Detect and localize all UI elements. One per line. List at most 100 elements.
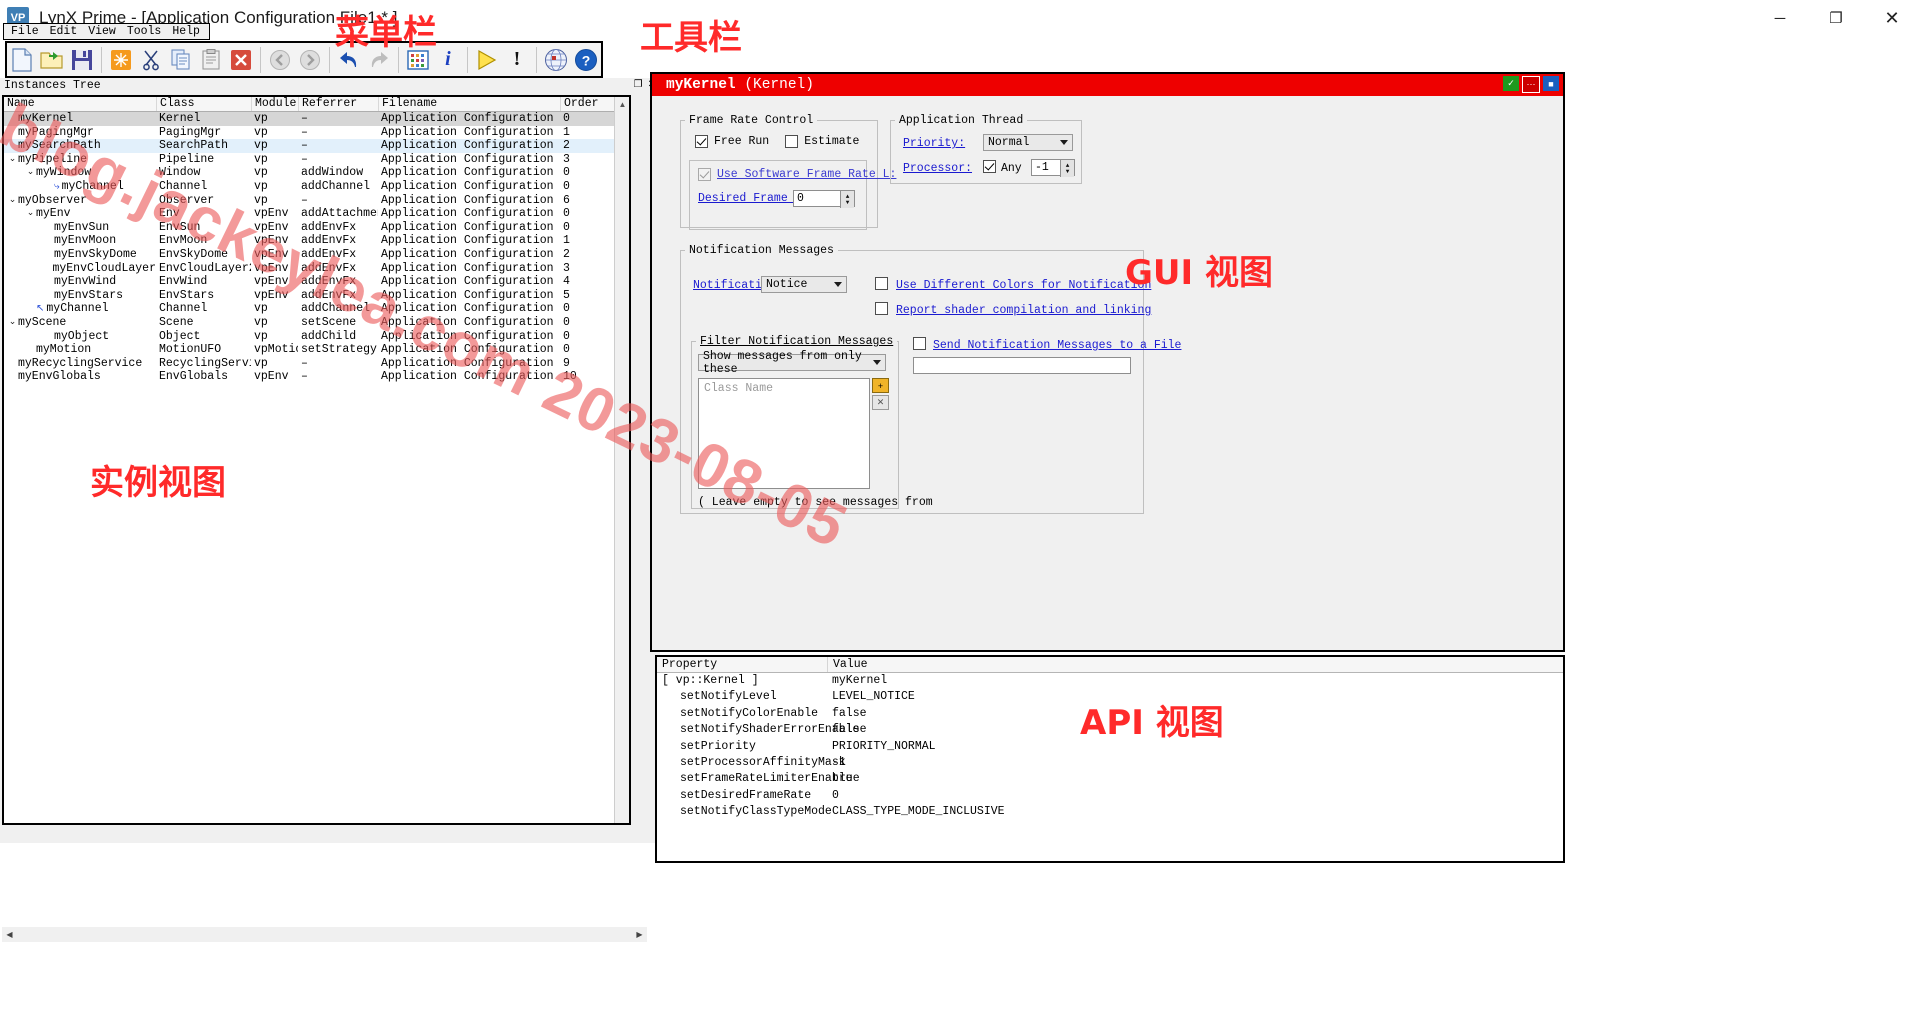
filter-mode-select[interactable]: Show messages from only these xyxy=(698,350,886,376)
warning-icon[interactable]: ! xyxy=(503,45,531,75)
table-row[interactable]: myEnvSun EnvSun vpEnv addEnvFx Application C… xyxy=(4,221,629,235)
table-row[interactable]: ⌄ myWindow Window vp addWindow Application Co… xyxy=(4,166,629,180)
globe-icon[interactable] xyxy=(542,45,570,75)
menu-file[interactable]: File xyxy=(7,24,43,39)
table-row[interactable]: setDesiredFrameRate 0 xyxy=(657,788,1563,804)
send-to-file-checkbox[interactable] xyxy=(913,337,926,350)
gui-comment-icon[interactable]: ⋯ xyxy=(1522,76,1540,93)
tree-item-name[interactable]: myEnvMoon xyxy=(4,234,156,248)
column-header-class[interactable]: Class xyxy=(156,97,251,111)
use-software-frame-rate-checkbox[interactable] xyxy=(698,168,711,181)
tree-item-name[interactable]: myEnvSun xyxy=(4,221,156,235)
tree-item-name[interactable]: ⌄ myEnv xyxy=(4,207,156,221)
cut-icon[interactable] xyxy=(137,45,165,75)
forward-icon[interactable] xyxy=(296,45,324,75)
column-header-module[interactable]: Module xyxy=(251,97,298,111)
instances-tree[interactable]: Name Class Module Referrer Filename Orde… xyxy=(2,95,631,825)
table-row[interactable]: myEnvMoon EnvMoon vpEnv addEnvFx Application… xyxy=(4,234,629,248)
spinner-down-icon[interactable]: ▼ xyxy=(1066,168,1070,175)
tree-item-name[interactable]: myEnvGlobals xyxy=(4,370,156,384)
tree-item-name[interactable]: myEnvSkyDome xyxy=(4,248,156,262)
notification-level-select[interactable]: Notice xyxy=(761,276,847,293)
gui-expand-icon[interactable]: ■ xyxy=(1543,76,1559,91)
table-row[interactable]: setNotifyLevel LEVEL_NOTICE xyxy=(657,689,1563,705)
remove-class-button[interactable]: ✕ xyxy=(872,395,889,410)
tree-item-name[interactable]: myEnvStars xyxy=(4,289,156,303)
api-column-property[interactable]: Property xyxy=(657,657,827,672)
use-software-frame-rate-label[interactable]: Use Software Frame Rate L: xyxy=(717,168,896,181)
minimize-button[interactable]: ─ xyxy=(1752,0,1808,36)
grid-icon[interactable] xyxy=(404,45,432,75)
use-different-colors-label[interactable]: Use Different Colors for Notification xyxy=(896,279,1151,292)
menu-tools[interactable]: Tools xyxy=(123,24,166,39)
send-to-file-label[interactable]: Send Notification Messages to a File xyxy=(933,339,1181,352)
copy-icon[interactable] xyxy=(167,45,195,75)
tree-horizontal-scrollbar[interactable]: ◀ ▶ xyxy=(2,927,647,942)
tree-item-name[interactable]: myPagingMgr xyxy=(4,126,156,140)
priority-label[interactable]: Priority: xyxy=(903,137,965,150)
processor-any-checkbox[interactable] xyxy=(983,160,996,173)
table-row[interactable]: myEnvSkyDome EnvSkyDome vpEnv addEnvFx Appli… xyxy=(4,248,629,262)
table-row[interactable]: ⤷ myChannel Channel vp addChannel Application… xyxy=(4,180,629,194)
free-run-checkbox[interactable] xyxy=(695,135,708,148)
api-column-value[interactable]: Value xyxy=(827,657,1562,672)
use-software-frame-rate-row[interactable]: Use Software Frame Rate L: xyxy=(698,168,896,181)
table-row[interactable]: myKernel Kernel vp – Application Configurati… xyxy=(4,112,629,126)
paste-icon[interactable] xyxy=(197,45,225,75)
class-name-listbox[interactable]: Class Name xyxy=(698,378,870,489)
chevron-down-icon[interactable]: ⌄ xyxy=(25,166,36,180)
tree-item-name[interactable]: ⌄ myObserver xyxy=(4,194,156,208)
table-row[interactable]: myEnvGlobals EnvGlobals vpEnv – Application … xyxy=(4,370,629,384)
table-row[interactable]: setNotifyColorEnable false xyxy=(657,706,1563,722)
column-header-filename[interactable]: Filename xyxy=(378,97,560,111)
desired-frame-rate-input[interactable]: 0 ▲ ▼ xyxy=(793,190,855,208)
tree-item-name[interactable]: myEnvWind xyxy=(4,275,156,289)
chevron-down-icon[interactable]: ⌄ xyxy=(7,316,18,330)
processor-affinity-input[interactable]: -1 ▲ ▼ xyxy=(1031,159,1075,177)
undo-icon[interactable] xyxy=(335,45,363,75)
table-row[interactable]: setProcessorAffinityMask -1 xyxy=(657,755,1563,771)
tree-item-name[interactable]: myObject xyxy=(4,330,156,344)
chevron-down-icon[interactable]: ⌄ xyxy=(7,153,18,167)
table-row[interactable]: myRecyclingService RecyclingServicevp – App… xyxy=(4,357,629,371)
tree-vertical-scrollbar[interactable]: ▲ xyxy=(614,97,629,823)
tree-item-name[interactable]: ⌄ myScene xyxy=(4,316,156,330)
free-run-checkbox-row[interactable]: Free Run Estimate xyxy=(695,135,859,148)
column-header-name[interactable]: Name xyxy=(4,97,156,111)
tree-item-name[interactable]: ↖ myChannel xyxy=(4,302,156,316)
close-button[interactable]: ✕ xyxy=(1864,0,1920,36)
table-row[interactable]: myObject Object vp addChild Application Conf… xyxy=(4,330,629,344)
table-row[interactable]: setNotifyShaderErrorEnable false xyxy=(657,722,1563,738)
table-row[interactable]: myEnvStars EnvStars vpEnv addEnvFx Applicati… xyxy=(4,289,629,303)
chevron-down-icon[interactable]: ⌄ xyxy=(7,194,18,208)
table-row[interactable]: setNotifyClassTypeMode CLASS_TYPE_MODE_IN… xyxy=(657,804,1563,820)
desired-frame-rate-spinner[interactable]: ▲ ▼ xyxy=(840,191,854,208)
maximize-button[interactable]: ❐ xyxy=(1808,0,1864,36)
tree-item-name[interactable]: ⌄ myWindow xyxy=(4,166,156,180)
report-shader-label[interactable]: Report shader compilation and linking xyxy=(896,304,1151,317)
chevron-down-icon[interactable]: ⌄ xyxy=(25,207,36,221)
tree-item-name[interactable]: ⌄ myPipeline xyxy=(4,153,156,167)
processor-affinity-spinner[interactable]: ▲ ▼ xyxy=(1060,160,1074,177)
scroll-right-icon[interactable]: ▶ xyxy=(632,927,647,942)
column-header-referrer[interactable]: Referrer xyxy=(298,97,378,111)
add-class-button[interactable]: + xyxy=(872,378,889,393)
scroll-up-icon[interactable]: ▲ xyxy=(615,97,629,111)
filter-notification-legend[interactable]: Filter Notification Messages xyxy=(696,335,897,348)
column-header-order[interactable]: Order xyxy=(560,97,610,111)
open-folder-icon[interactable] xyxy=(38,45,66,75)
new-file-icon[interactable] xyxy=(8,45,36,75)
menu-view[interactable]: View xyxy=(84,24,120,39)
priority-select[interactable]: Normal xyxy=(983,134,1073,151)
desired-frame-rate-row[interactable]: Desired Frame Ra xyxy=(698,192,808,205)
tree-item-name[interactable]: myKernel xyxy=(4,112,156,126)
build-icon[interactable] xyxy=(107,45,135,75)
use-different-colors-checkbox[interactable] xyxy=(875,277,888,290)
help-icon[interactable]: ? xyxy=(572,45,600,75)
run-icon[interactable] xyxy=(473,45,501,75)
delete-icon[interactable] xyxy=(227,45,255,75)
table-row[interactable]: ⌄myEnvEnvvpEnvaddAttachmentApplication C… xyxy=(4,207,629,221)
menu-edit[interactable]: Edit xyxy=(46,24,82,39)
info-icon[interactable]: i xyxy=(434,45,462,75)
tree-item-name[interactable]: myRecyclingService xyxy=(4,357,156,371)
